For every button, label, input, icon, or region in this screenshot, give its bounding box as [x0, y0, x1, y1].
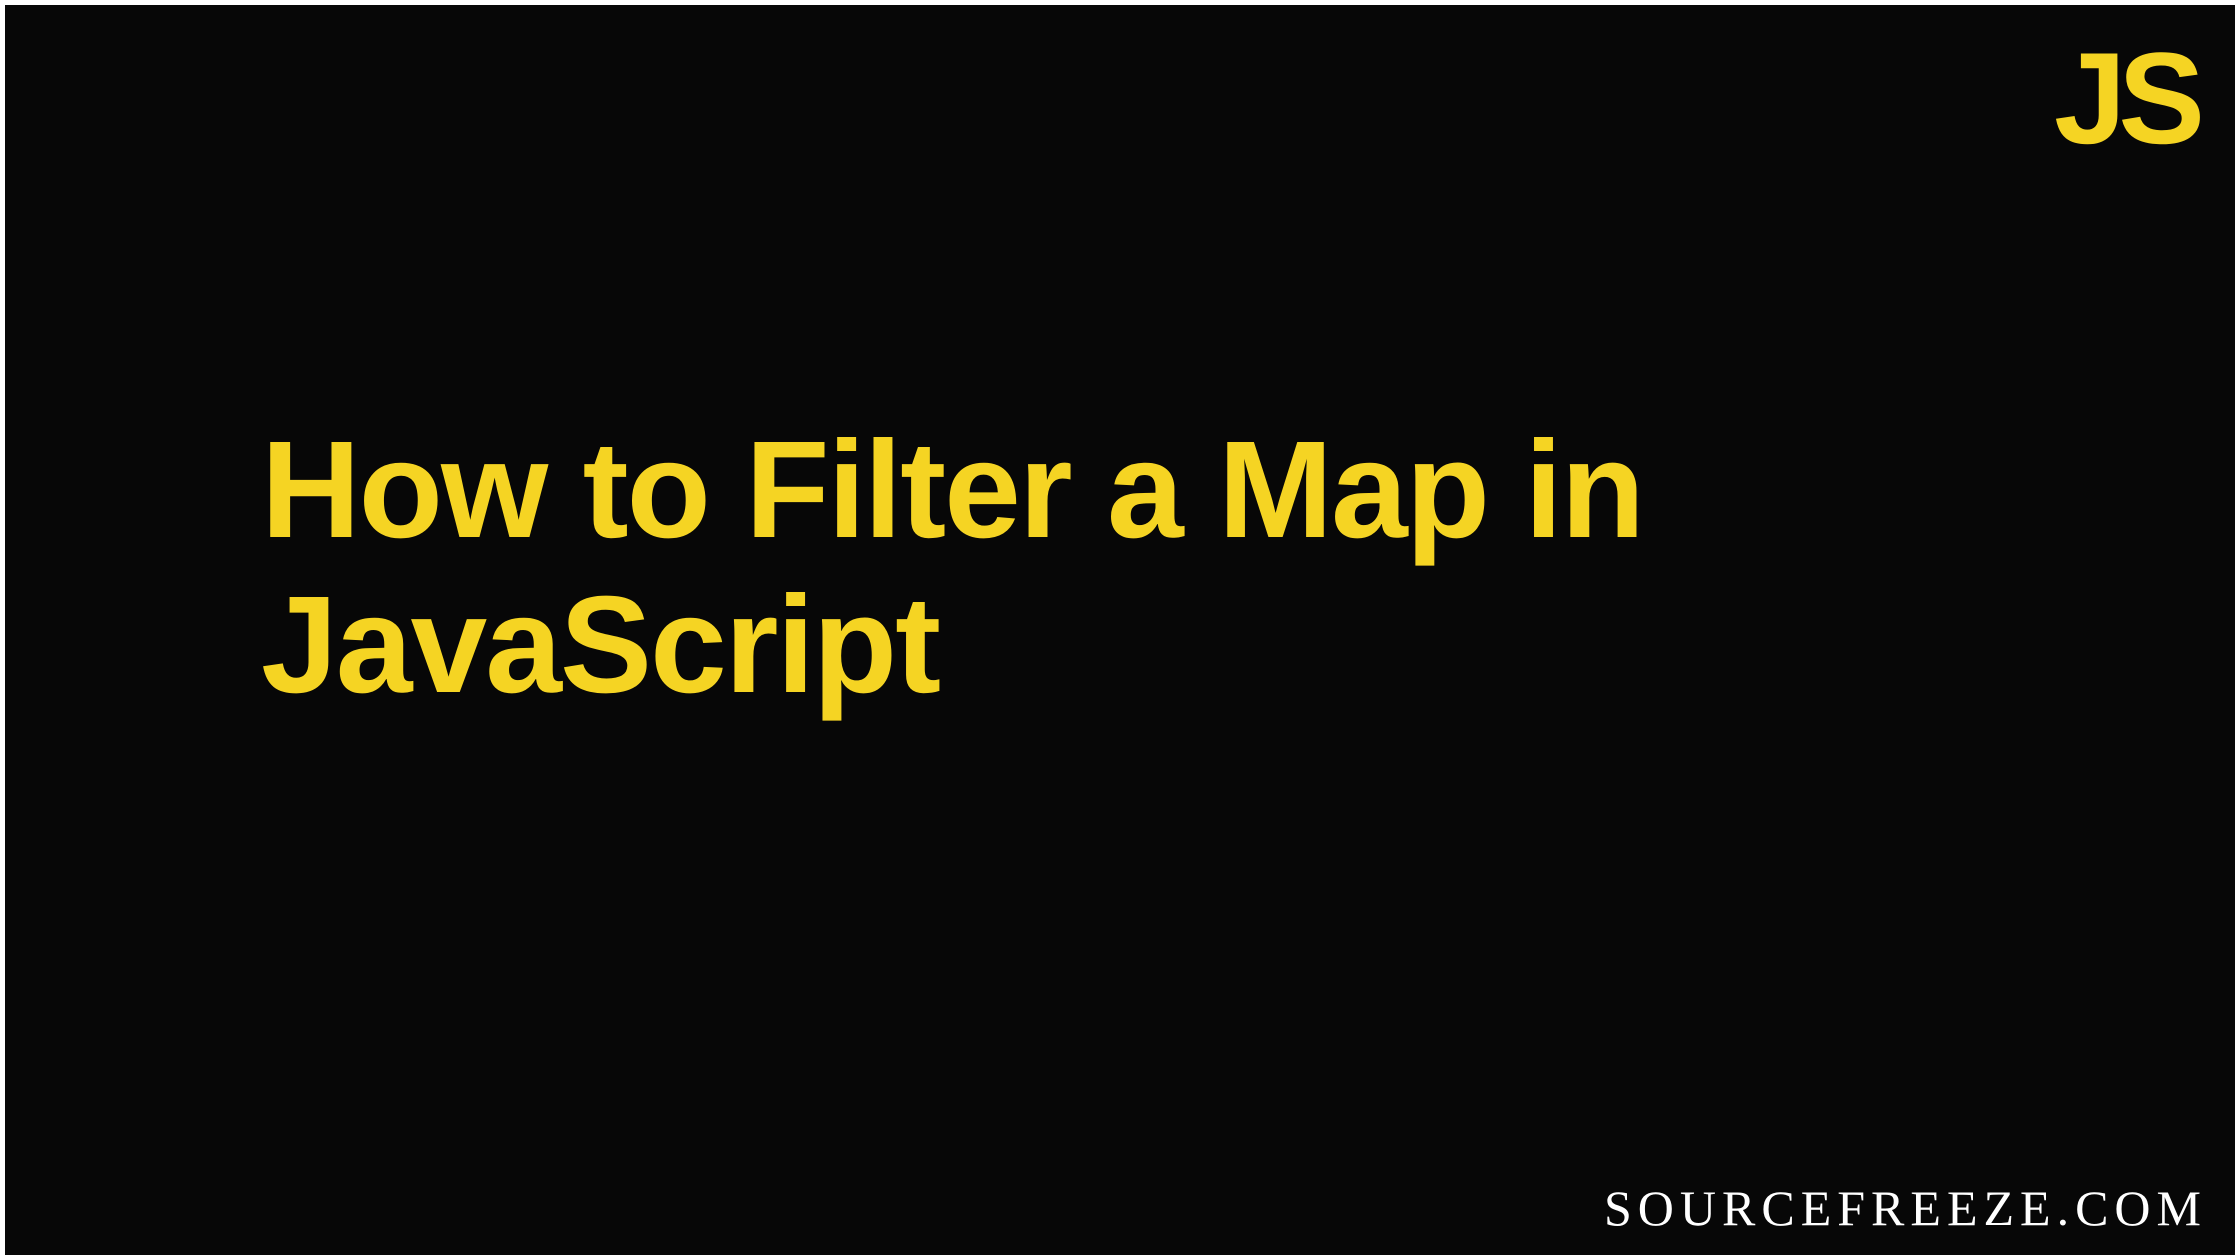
poster-canvas: JS How to Filter a Map in JavaScript SOU…	[5, 5, 2235, 1255]
main-heading: How to Filter a Map in JavaScript	[261, 413, 1643, 722]
heading-line-1: How to Filter a Map in	[261, 413, 1643, 568]
heading-line-2: JavaScript	[261, 568, 1643, 723]
site-credit: SOURCEFREEZE.COM	[1604, 1179, 2207, 1237]
js-logo: JS	[2054, 33, 2197, 163]
